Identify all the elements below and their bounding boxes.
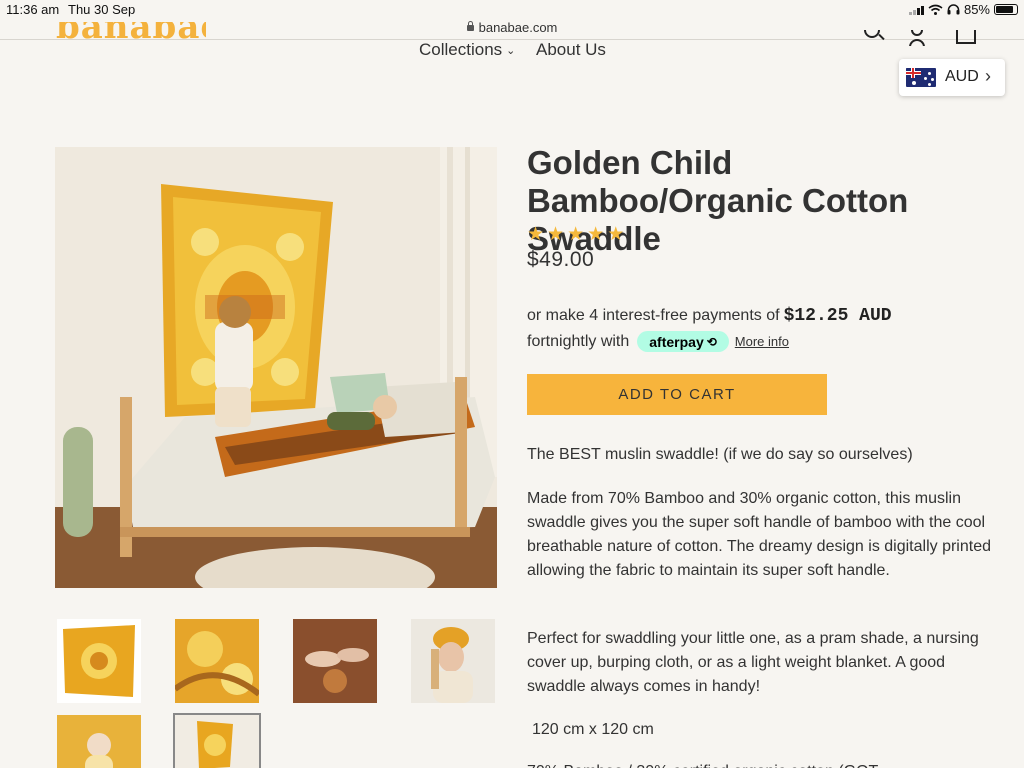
rating-stars[interactable]: ★ ★ ★ ★ ★ bbox=[527, 224, 624, 244]
add-to-cart-button[interactable]: ADD TO CART bbox=[527, 374, 827, 415]
product-dimensions: 120 cm x 120 cm bbox=[532, 721, 654, 738]
nav-about-us[interactable]: About Us bbox=[536, 40, 606, 60]
product-material: 70% Bamboo / 30% certified organic cotto… bbox=[527, 760, 997, 768]
product-main-image[interactable] bbox=[55, 147, 497, 588]
battery-percent: 85% bbox=[963, 2, 990, 17]
description-paragraph: Perfect for swaddling your little one, a… bbox=[527, 630, 979, 695]
site-logo[interactable]: banabae bbox=[56, 22, 206, 40]
url-text: banabae.com bbox=[478, 20, 558, 35]
product-thumbnail[interactable] bbox=[293, 619, 377, 703]
logo-text: banabae bbox=[56, 22, 206, 40]
cellular-signal-icon bbox=[908, 5, 924, 15]
star-icon: ★ bbox=[527, 223, 545, 245]
afterpay-badge-text: afterpay bbox=[649, 333, 704, 350]
product-thumbnail[interactable] bbox=[175, 619, 259, 703]
currency-code: AUD bbox=[945, 68, 979, 85]
afterpay-line2-prefix: fortnightly with bbox=[527, 332, 630, 350]
product-thumbnail[interactable] bbox=[57, 715, 141, 768]
product-page: 11:36 am Thu 30 Sep 85% banabae.com bana… bbox=[0, 0, 1024, 768]
thumbnail-image bbox=[175, 715, 259, 768]
afterpay-text: or make 4 interest-free payments of $12.2… bbox=[527, 306, 892, 326]
star-icon: ★ bbox=[547, 223, 565, 245]
afterpay-badge: afterpay ⟲ bbox=[637, 331, 729, 352]
description-paragraph: Made from 70% Bamboo and 30% organic cot… bbox=[527, 490, 991, 579]
status-bar: 11:36 am Thu 30 Sep 85% bbox=[0, 0, 1024, 20]
account-icon[interactable] bbox=[908, 30, 928, 46]
status-indicators: 85% bbox=[908, 2, 1018, 17]
search-icon[interactable] bbox=[862, 30, 886, 46]
description-paragraph: The BEST muslin swaddle! (if we do say s… bbox=[527, 446, 913, 463]
chevron-right-icon: › bbox=[985, 66, 991, 86]
nav-about-label: About Us bbox=[536, 40, 606, 59]
wifi-icon bbox=[928, 4, 943, 15]
afterpay-amount: $12.25 AUD bbox=[783, 306, 892, 326]
star-icon: ★ bbox=[607, 223, 625, 245]
status-date: Thu 30 Sep bbox=[68, 2, 136, 17]
star-icon: ★ bbox=[567, 223, 585, 245]
status-time: 11:36 am bbox=[6, 2, 60, 17]
cart-icon[interactable] bbox=[955, 30, 977, 46]
product-thumbnail-selected[interactable] bbox=[173, 713, 261, 768]
battery-icon bbox=[994, 4, 1018, 15]
australia-flag-icon bbox=[906, 68, 936, 87]
nav-collections-label: Collections bbox=[419, 40, 503, 59]
product-thumbnail[interactable] bbox=[411, 619, 495, 703]
afterpay-loop-icon: ⟲ bbox=[706, 334, 717, 349]
headphones-icon bbox=[947, 4, 960, 15]
chevron-down-icon: ⌄ bbox=[506, 45, 516, 57]
currency-selector[interactable]: AUD › bbox=[899, 59, 1005, 96]
afterpay-line: fortnightly with afterpay ⟲ More info bbox=[527, 331, 789, 352]
nav-collections[interactable]: Collections ⌄ bbox=[419, 40, 515, 60]
afterpay-prefix: or make 4 interest-free payments of bbox=[527, 307, 780, 324]
product-price: $49.00 bbox=[527, 248, 595, 271]
product-thumbnail[interactable] bbox=[57, 619, 141, 703]
lock-icon bbox=[466, 21, 474, 31]
star-icon: ★ bbox=[587, 223, 605, 245]
afterpay-more-info-link[interactable]: More info bbox=[735, 334, 789, 349]
